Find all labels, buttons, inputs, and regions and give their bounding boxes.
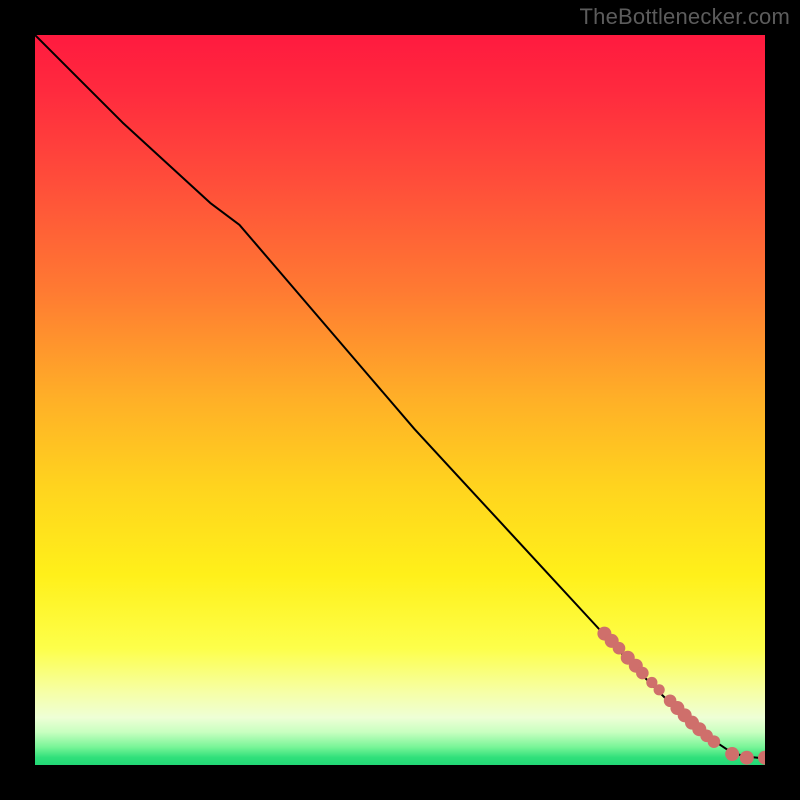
data-marker xyxy=(636,667,649,680)
attribution-label: TheBottlenecker.com xyxy=(580,4,790,30)
chart-frame: TheBottlenecker.com xyxy=(0,0,800,800)
data-marker xyxy=(708,735,721,748)
chart-svg xyxy=(35,35,765,765)
data-marker xyxy=(725,747,739,761)
chart-plot-area xyxy=(35,35,765,765)
data-marker xyxy=(654,684,665,695)
data-marker xyxy=(740,751,754,765)
gradient-background xyxy=(35,35,765,765)
